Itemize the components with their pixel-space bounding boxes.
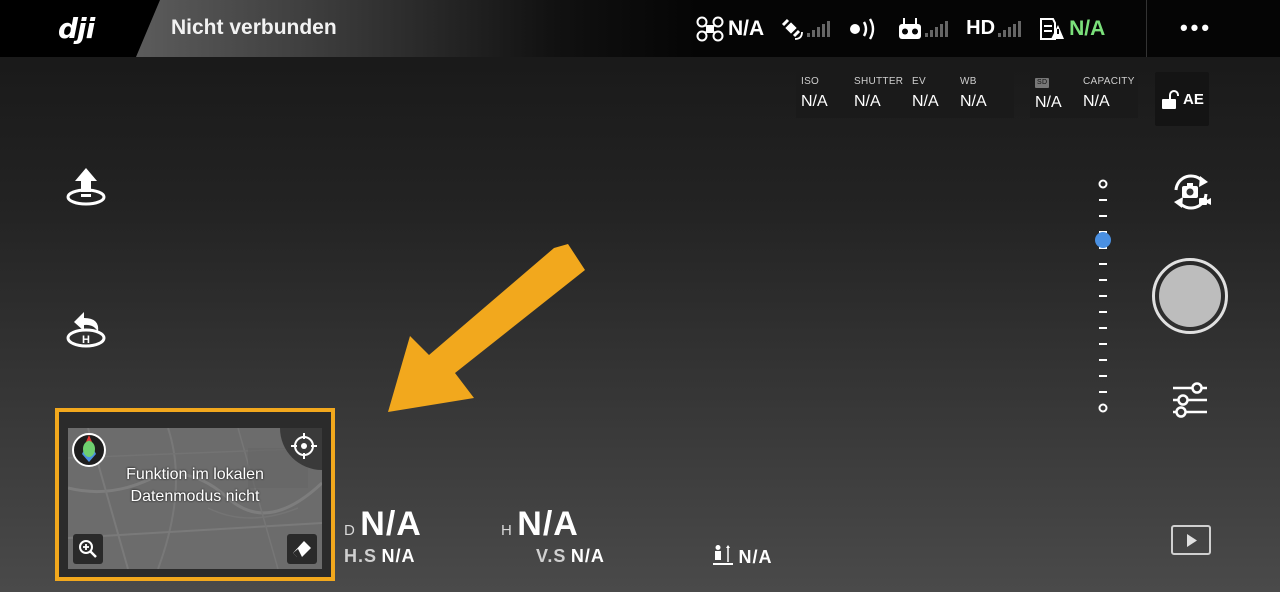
iso-value: N/A (801, 93, 828, 110)
satellite-icon (782, 18, 804, 40)
iso-label: ISO (801, 76, 820, 87)
takeoff-icon (66, 168, 106, 206)
battery-icon (1040, 17, 1065, 40)
camera-settings-button[interactable] (1170, 380, 1210, 425)
ev-setting: EV N/A (912, 76, 939, 111)
locate-icon[interactable] (290, 432, 318, 460)
ae-lock-button[interactable]: AE (1155, 72, 1209, 126)
annotation-arrow (388, 244, 585, 412)
top-bar: dji Nicht verbunden N/A HD N/A ••• (0, 0, 1280, 57)
shutter-value: N/A (854, 93, 881, 110)
gimbal-zoom-slider[interactable] (1092, 176, 1114, 416)
ev-value: N/A (912, 93, 939, 110)
distance-label: D (344, 522, 356, 539)
capacity-label: CAPACITY (1083, 76, 1135, 87)
connection-status[interactable]: Nicht verbunden (171, 16, 337, 40)
return-home-icon: H (66, 312, 106, 348)
height-value: N/A (517, 505, 579, 543)
shutter-label: SHUTTER (854, 76, 904, 87)
wb-setting: WB N/A (960, 76, 987, 111)
horizontal-speed-readout: H.S N/A (344, 546, 415, 567)
dji-logo[interactable]: dji (58, 12, 95, 45)
ev-label: EV (912, 76, 926, 87)
more-button[interactable]: ••• (1172, 16, 1220, 40)
shutter-inner (1159, 265, 1221, 327)
takeoff-button[interactable] (62, 164, 110, 212)
play-icon (1187, 534, 1197, 547)
zoom-in-icon (79, 540, 97, 558)
sd-card-icon: SD (1035, 78, 1050, 88)
gps-signal[interactable] (780, 17, 832, 41)
battery-status-text: N/A (1069, 16, 1106, 40)
drone-icon (696, 16, 724, 41)
map-message-line-1: Funktion im lokalen (126, 466, 264, 483)
storage-panel[interactable]: SD N/A CAPACITY N/A (1030, 72, 1138, 118)
vertical-speed-label: V.S (536, 546, 567, 566)
sliders-icon (1173, 382, 1207, 418)
link-status[interactable] (848, 17, 882, 41)
battery-status[interactable]: N/A (1039, 17, 1105, 41)
vertical-speed-readout: V.S N/A (536, 546, 605, 567)
zoom-slider-track (1095, 179, 1111, 413)
vertical-speed-value: N/A (570, 546, 605, 566)
vps-height-icon (713, 545, 733, 565)
horizontal-speed-label: H.S (344, 546, 378, 566)
remote-controller-signal[interactable] (898, 17, 950, 41)
eraser-icon (293, 541, 311, 557)
status-icons: N/A HD N/A (696, 0, 1121, 57)
hd-signal-bars (998, 20, 1023, 37)
map-zoom-button[interactable] (73, 534, 103, 564)
svg-text:H: H (82, 334, 90, 346)
unlock-icon (1162, 90, 1179, 109)
wb-value: N/A (960, 93, 987, 110)
map-unavailable-message: Funktion im lokalen Datenmodus nicht (68, 464, 322, 508)
aircraft-status-text: N/A (728, 16, 765, 40)
capacity-value: N/A (1083, 93, 1110, 110)
aircraft-status[interactable]: N/A (696, 16, 764, 42)
camera-switch-icon (1174, 174, 1211, 210)
sd-card-setting: SD N/A (1035, 76, 1062, 112)
height-readout: H N/A (501, 505, 579, 544)
capacity-setting: CAPACITY N/A (1083, 76, 1135, 111)
remote-controller-icon (899, 17, 922, 39)
shutter-setting: SHUTTER N/A (854, 76, 903, 111)
camera-mode-switch[interactable] (1168, 170, 1214, 219)
vps-height-readout: N/A (712, 544, 772, 568)
height-label: H (501, 522, 513, 539)
distance-value: N/A (360, 505, 422, 543)
rc-signal-bars (925, 20, 950, 37)
sd-value: N/A (1035, 94, 1062, 111)
zoom-thumb (1095, 232, 1111, 248)
zoom-max-marker (1098, 179, 1108, 189)
ae-label: AE (1183, 91, 1204, 108)
shutter-button[interactable] (1152, 258, 1228, 334)
playback-button[interactable] (1171, 525, 1211, 555)
distance-readout: D N/A (344, 505, 422, 544)
gps-signal-bars (807, 20, 832, 37)
top-divider (1146, 0, 1147, 57)
compass-icon[interactable] (71, 432, 107, 468)
map-clear-path-button[interactable] (287, 534, 317, 564)
map-message-line-2: Datenmodus nicht (130, 488, 260, 505)
wb-label: WB (960, 76, 977, 87)
vps-height-value: N/A (738, 547, 773, 567)
map-highlight-frame: Funktion im lokalen Datenmodus nicht (55, 408, 335, 581)
iso-setting: ISO N/A (801, 76, 828, 111)
hd-signal[interactable]: HD (966, 17, 1023, 40)
return-home-button[interactable]: H (62, 306, 110, 354)
mini-map[interactable]: Funktion im lokalen Datenmodus nicht (68, 428, 322, 569)
camera-settings-panel[interactable]: ISO N/A SHUTTER N/A EV N/A WB N/A (796, 72, 1014, 118)
horizontal-speed-value: N/A (381, 546, 416, 566)
hd-label: HD (966, 17, 996, 39)
signal-waves-icon (850, 17, 875, 40)
zoom-min-marker (1098, 403, 1108, 413)
